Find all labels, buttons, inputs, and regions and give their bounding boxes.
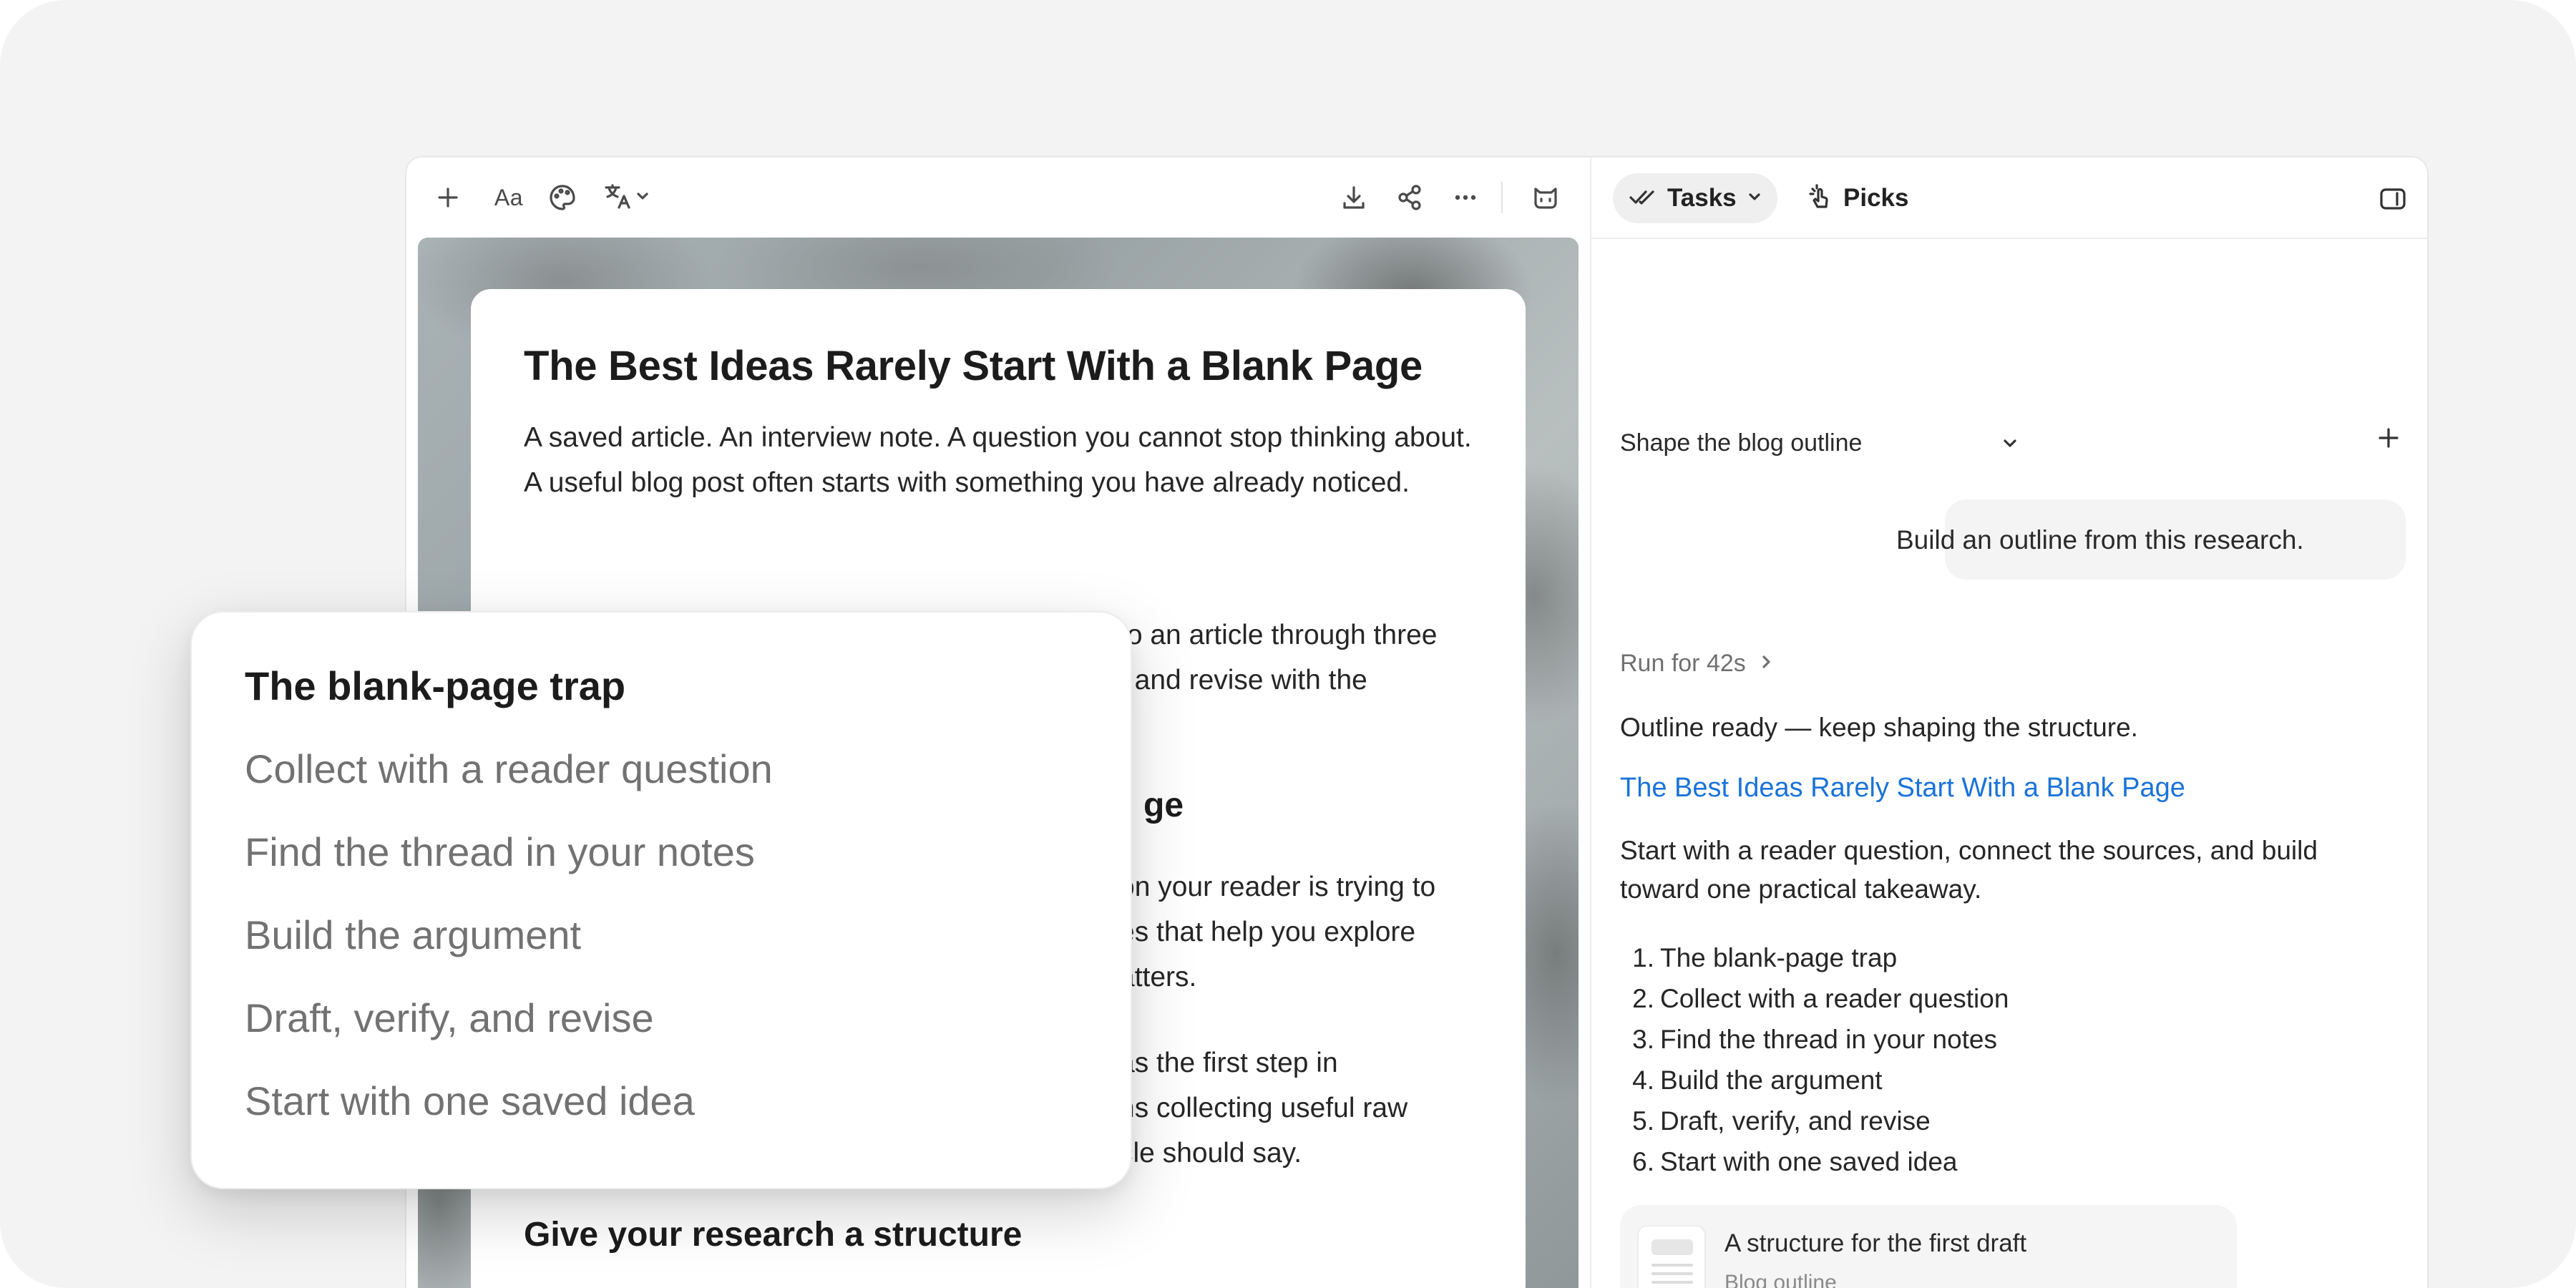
double-check-icon (1629, 186, 1657, 211)
toolbar-divider (1501, 182, 1503, 213)
outline-item: Collect with a reader question (245, 746, 773, 791)
more-icon[interactable] (1445, 177, 1485, 218)
translate-button[interactable] (597, 177, 657, 218)
assistant-summary: Start with a reader question, connect th… (1620, 836, 2318, 904)
tab-picks[interactable]: Picks (1799, 173, 1921, 223)
plus-icon[interactable] (428, 177, 468, 218)
tab-picks-label: Picks (1843, 184, 1909, 212)
user-message: Build an outline from this research. (1896, 525, 2304, 555)
outline-preview-card: The blank-page trap Collect with a reade… (190, 611, 1132, 1189)
list-item: 4. Build the argument (1632, 1065, 1883, 1095)
list-item: 1. The blank-page trap (1632, 943, 1898, 972)
document-heading-partial: ge (1143, 786, 1184, 824)
outline-item: Find the thread in your notes (245, 829, 755, 874)
card-subtitle: Blog outline (1724, 1271, 1837, 1288)
outline-document-card[interactable]: A structure for the first draft Blog out… (1620, 1205, 2237, 1288)
font-button[interactable]: Aa (485, 177, 532, 218)
run-label: Run for 42s (1620, 650, 1746, 677)
palette-icon[interactable] (542, 177, 582, 218)
assistant-icon[interactable] (1524, 177, 1567, 218)
document-heading: Give your research a structure (524, 1216, 1023, 1254)
download-icon[interactable] (1334, 177, 1374, 218)
add-task-icon[interactable] (2373, 422, 2404, 457)
outline-item: Build the argument (245, 912, 582, 957)
document-title: The Best Ideas Rarely Start With a Blank… (524, 343, 1423, 389)
outline-list: 1. The blank-page trap 2. Collect with a r… (1620, 937, 2009, 1182)
card-title: A structure for the first draft (1724, 1229, 2027, 1257)
pointer-click-icon (1806, 182, 1835, 215)
document-paragraph-partial: as the first step in ns collecting usefu… (1119, 1048, 1408, 1169)
editor-toolbar: Aa (406, 157, 1590, 236)
list-item: 5. Draft, verify, and revise (1632, 1106, 1931, 1136)
chevron-down-icon[interactable] (1999, 432, 2021, 457)
assistant-panel: Tasks Picks Shape the blog outline Build… (1590, 157, 2427, 1288)
document-paragraph-partial: to an article through three , and revise… (1119, 620, 1438, 696)
document-thumbnail-icon (1637, 1225, 1706, 1288)
translate-icon (603, 182, 635, 214)
list-item: 6. Start with one saved idea (1632, 1147, 1958, 1176)
document-link[interactable]: The Best Ideas Rarely Start With a Blank… (1620, 773, 2185, 804)
outline-item: Start with one saved idea (245, 1078, 695, 1123)
panel-toggle-icon[interactable] (2377, 183, 2409, 215)
run-toggle[interactable]: Run for 42s (1620, 650, 1775, 678)
outline-item: Draft, verify, and revise (245, 995, 654, 1040)
tab-tasks-label: Tasks (1667, 184, 1737, 212)
chevron-down-icon (1747, 189, 1762, 208)
task-selector-label[interactable]: Shape the blog outline (1620, 429, 1862, 457)
outline-item: The blank-page trap (245, 663, 626, 708)
list-item: 3. Find the thread in your notes (1632, 1025, 1998, 1054)
tab-tasks[interactable]: Tasks (1613, 173, 1777, 223)
assistant-tabbar: Tasks Picks (1591, 157, 2427, 239)
document-paragraph: A saved article. An interview note. A qu… (524, 422, 1472, 498)
chevron-right-icon (1757, 652, 1775, 675)
share-icon[interactable] (1390, 177, 1430, 218)
font-label: Aa (494, 184, 524, 210)
document-paragraph-partial: on your reader is trying to es that help… (1119, 872, 1436, 992)
chevron-down-icon (635, 188, 650, 208)
list-item: 2. Collect with a reader question (1632, 984, 2009, 1013)
assistant-status-text: Outline ready — keep shaping the structu… (1620, 713, 2138, 742)
